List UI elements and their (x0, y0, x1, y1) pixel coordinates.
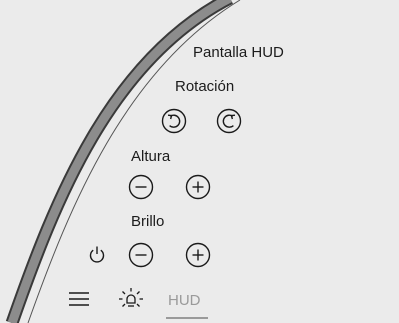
brightness-decrease-button[interactable] (128, 242, 154, 268)
height-increase-button[interactable] (185, 174, 211, 200)
hud-power-button[interactable] (88, 245, 106, 265)
height-label: Altura (131, 148, 171, 165)
tab-hud-underline (166, 317, 208, 319)
minus-circle-icon (128, 242, 154, 268)
tab-hud[interactable]: HUD (168, 292, 201, 310)
rotate-counterclockwise-button[interactable] (161, 108, 187, 134)
rotate-counterclockwise-icon (161, 108, 187, 134)
hud-settings-panel: Pantalla HUD Rotación Altura Brillo HUD (0, 0, 399, 323)
height-decrease-button[interactable] (128, 174, 154, 200)
plus-circle-icon (185, 242, 211, 268)
rotation-label: Rotación (175, 78, 235, 95)
panel-title: Pantalla HUD (193, 44, 284, 61)
menu-button[interactable] (68, 291, 90, 307)
rotate-clockwise-button[interactable] (216, 108, 242, 134)
minus-circle-icon (128, 174, 154, 200)
brightness-mode-button[interactable] (118, 287, 144, 313)
rotate-clockwise-icon (216, 108, 242, 134)
sun-icon (119, 288, 143, 307)
power-icon (89, 246, 105, 263)
brightness-label: Brillo (131, 213, 165, 230)
brightness-increase-button[interactable] (185, 242, 211, 268)
menu-icon (69, 292, 89, 306)
plus-circle-icon (185, 174, 211, 200)
